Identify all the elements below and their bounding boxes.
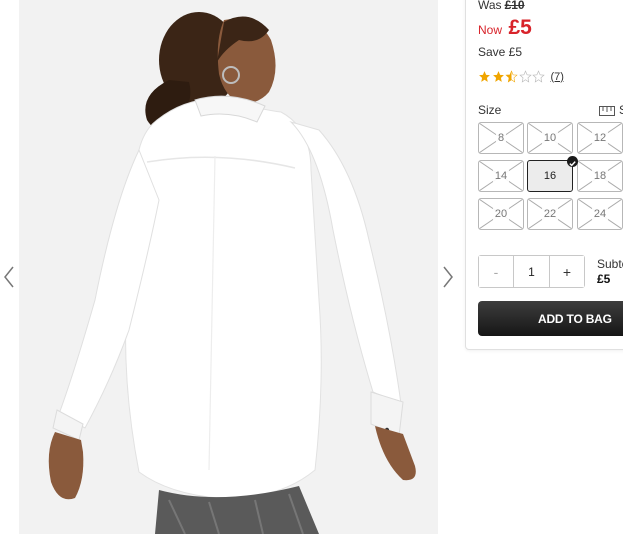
now-price: £5 bbox=[508, 16, 532, 39]
size-guide-link[interactable]: S bbox=[619, 103, 623, 117]
was-label: Was bbox=[478, 0, 502, 12]
size-option-label: 16 bbox=[543, 170, 557, 182]
size-option-label: 10 bbox=[541, 132, 559, 144]
star-half-icon bbox=[505, 70, 518, 83]
quantity-increase-button[interactable]: + bbox=[549, 256, 584, 287]
size-option-22[interactable]: 22 bbox=[527, 198, 573, 230]
gallery-next-arrow[interactable] bbox=[440, 262, 456, 292]
size-option-8[interactable]: 8 bbox=[478, 122, 524, 154]
size-option-label: 12 bbox=[591, 132, 609, 144]
size-option-12[interactable]: 12 bbox=[577, 122, 623, 154]
size-option-24[interactable]: 24 bbox=[577, 198, 623, 230]
save-amount: Save £5 bbox=[478, 45, 523, 59]
star-full-icon bbox=[492, 71, 504, 82]
size-option-label: 8 bbox=[495, 132, 507, 144]
subtotal-value: £5 bbox=[597, 272, 611, 286]
quantity-stepper: - + bbox=[478, 255, 585, 288]
ruler-icon[interactable] bbox=[599, 106, 615, 116]
now-label: Now bbox=[478, 23, 503, 37]
quantity-decrease-button[interactable]: - bbox=[479, 256, 514, 287]
star-full-icon bbox=[479, 71, 490, 82]
product-photo-illustration bbox=[19, 0, 438, 534]
size-option-label: 18 bbox=[591, 170, 609, 182]
size-option-18[interactable]: 18 bbox=[577, 160, 623, 192]
size-option-label: 22 bbox=[541, 208, 559, 220]
was-price-row: Was £10 bbox=[478, 0, 525, 12]
size-label: Size bbox=[478, 103, 502, 117]
size-option-14[interactable]: 14 bbox=[478, 160, 524, 192]
size-option-label: 24 bbox=[591, 208, 609, 220]
rating[interactable]: (7) bbox=[478, 70, 564, 83]
gallery-prev-arrow[interactable] bbox=[1, 262, 17, 292]
size-option-10[interactable]: 10 bbox=[527, 122, 573, 154]
star-empty-icon bbox=[518, 70, 532, 83]
add-to-bag-button[interactable]: ADD TO BAG bbox=[478, 301, 623, 336]
subtotal-label: Subto bbox=[597, 257, 623, 271]
chevron-left-icon bbox=[4, 266, 14, 288]
product-photo[interactable] bbox=[19, 0, 438, 534]
size-option-label: 14 bbox=[492, 170, 510, 182]
size-option-label: 20 bbox=[492, 208, 510, 220]
was-price: £10 bbox=[504, 0, 525, 12]
size-option-20[interactable]: 20 bbox=[478, 198, 524, 230]
product-gallery bbox=[0, 0, 455, 534]
review-count-link[interactable]: (7) bbox=[551, 71, 564, 83]
now-price-row: Now £5 bbox=[478, 16, 532, 40]
chevron-right-icon bbox=[443, 266, 453, 288]
quantity-input[interactable] bbox=[514, 256, 549, 287]
star-empty-icon bbox=[532, 70, 545, 83]
selected-check-icon bbox=[567, 156, 578, 167]
